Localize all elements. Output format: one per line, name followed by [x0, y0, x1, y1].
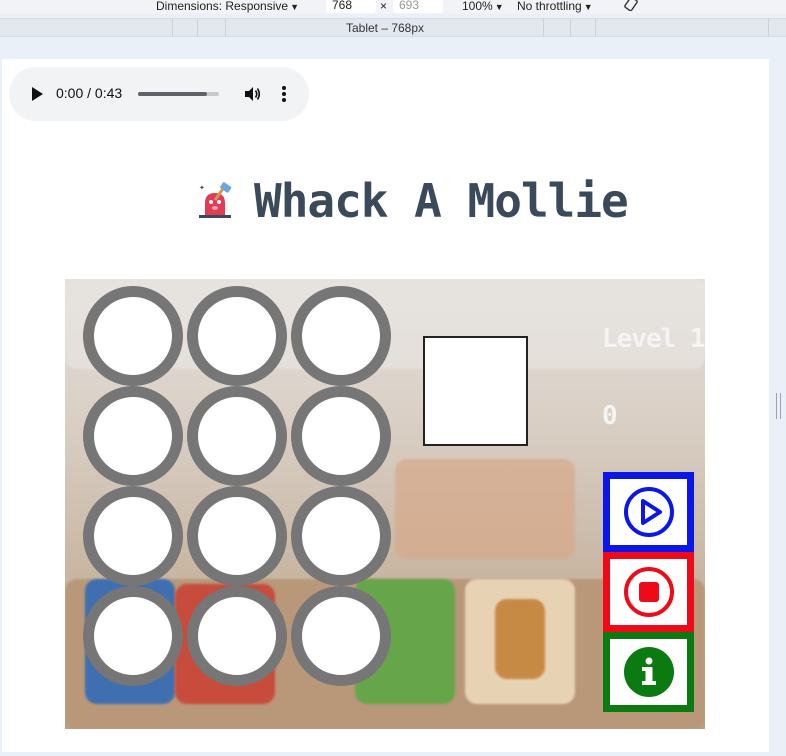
mole-hole[interactable] [83, 486, 183, 586]
mole-hole[interactable] [291, 586, 391, 686]
level-label: Level 1 [602, 324, 705, 354]
score-value: 0 [602, 401, 618, 431]
mole-hole[interactable] [83, 286, 183, 386]
stop-circle-icon [623, 567, 674, 617]
audio-progress[interactable] [138, 92, 219, 96]
mole-hole[interactable] [187, 286, 287, 386]
mole-hole[interactable] [187, 586, 287, 686]
throttling-select[interactable]: No throttling ▼ [517, 0, 593, 13]
dimensions-times: × [380, 0, 388, 13]
play-icon[interactable] [29, 86, 45, 102]
mole-preview [423, 336, 528, 446]
info-icon [623, 647, 674, 697]
start-button[interactable] [603, 472, 694, 552]
dimensions-select[interactable]: Dimensions: Responsive ▼ [156, 0, 299, 13]
more-vert-icon[interactable] [280, 85, 288, 103]
mole-hole[interactable] [187, 386, 287, 486]
stop-button[interactable] [603, 552, 694, 632]
mole-hole[interactable] [83, 586, 183, 686]
volume-icon[interactable] [243, 85, 261, 103]
device-label: Tablet – 768px [345, 21, 425, 35]
height-input[interactable]: 693 [393, 0, 443, 13]
width-input[interactable]: 768 [326, 0, 376, 13]
svg-text:✦: ✦ [199, 184, 205, 192]
game-board: Level 1 0 [65, 279, 705, 729]
page-viewport: 0:00 / 0:43 ✦ Whack A Mollie Level 1 0 [2, 59, 769, 752]
page-header: ✦ Whack A Mollie [196, 174, 629, 228]
devtools-toolbar: Dimensions: Responsive ▼ 768 × 693 100% ▼ … [0, 0, 786, 14]
mole-hole[interactable] [291, 286, 391, 386]
mole-hammer-icon: ✦ [199, 182, 232, 218]
mole-hole[interactable] [291, 486, 391, 586]
play-circle-icon [623, 487, 674, 537]
mole-hole[interactable] [187, 486, 287, 586]
rotate-icon[interactable] [622, 0, 640, 11]
page-title: Whack A Mollie [254, 174, 629, 228]
device-ruler: Tablet – 768px [0, 18, 786, 37]
audio-time: 0:00 / 0:43 [56, 85, 123, 101]
audio-player: 0:00 / 0:43 [9, 67, 309, 121]
resize-handle[interactable] [776, 393, 781, 419]
mole-holes-grid [83, 286, 395, 688]
mole-hole[interactable] [83, 386, 183, 486]
mole-hole[interactable] [291, 386, 391, 486]
zoom-select[interactable]: 100% ▼ [462, 0, 504, 13]
info-button[interactable] [603, 632, 694, 712]
